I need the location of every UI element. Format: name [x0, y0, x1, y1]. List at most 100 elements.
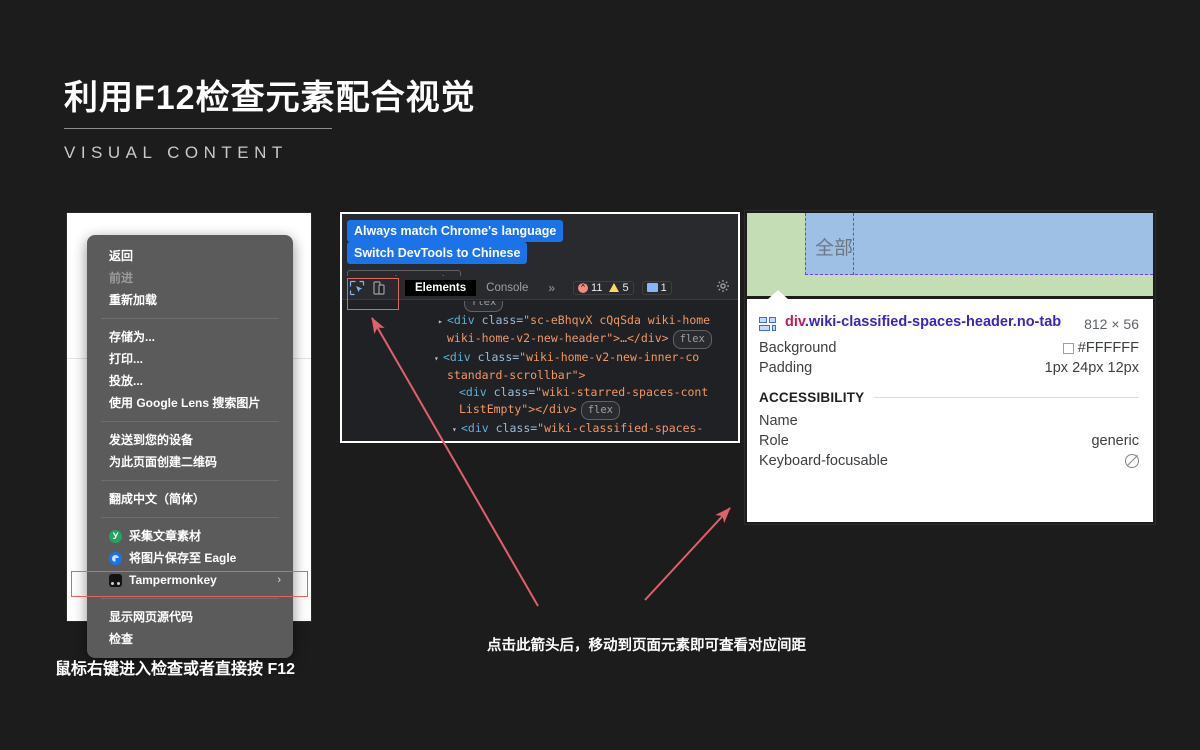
menu-label: 前进: [109, 270, 133, 286]
collapse-triangle-icon[interactable]: ▾: [452, 421, 461, 438]
error-icon: [578, 283, 588, 293]
not-allowed-icon: [1125, 454, 1139, 468]
menu-item-collect-article[interactable]: 采集文章素材: [87, 525, 293, 547]
a11y-row-keyboard-focusable: Keyboard-focusable: [747, 451, 1153, 471]
flex-badge[interactable]: flex: [581, 401, 620, 420]
tab-console[interactable]: Console: [476, 280, 538, 296]
menu-item-cast[interactable]: 投放...: [87, 370, 293, 392]
menu-item-google-lens[interactable]: 使用 Google Lens 搜索图片: [87, 392, 293, 414]
menu-label: 存储为...: [109, 329, 155, 345]
switch-devtools-to-chinese-button[interactable]: Switch DevTools to Chinese: [347, 242, 527, 264]
warning-icon: [609, 283, 619, 292]
overlay-element-label: 全部: [815, 233, 853, 260]
dom-line[interactable]: ▾<div class="wiki-home-v2-new-inner-co: [342, 349, 738, 367]
message-counter[interactable]: 1: [642, 281, 672, 295]
menu-label: 显示网页源代码: [109, 609, 193, 625]
tampermonkey-icon: [109, 574, 122, 587]
youdao-icon: [109, 530, 122, 543]
caption-left: 鼠标右键进入检查或者直接按 F12: [55, 655, 295, 679]
dom-line[interactable]: ListEmpty"></div> flex: [342, 401, 738, 420]
always-match-language-button[interactable]: Always match Chrome's language: [347, 220, 563, 242]
chevron-right-icon: ›: [277, 572, 281, 588]
menu-label: 为此页面创建二维码: [109, 454, 217, 470]
context-menu-screenshot: 返回 前进 重新加载 存储为... 打印... 投放... 使用 Google …: [66, 212, 312, 622]
menu-separator: [101, 421, 279, 422]
flex-badge[interactable]: flex: [673, 330, 712, 349]
dom-line[interactable]: ▸<div class="sc-eBhqvX cQqSda wiki-home: [342, 312, 738, 330]
page-subtitle: VISUAL CONTENT: [64, 143, 288, 163]
inspect-icon-highlight-box: [347, 278, 399, 310]
dom-line[interactable]: ▾<div class="wiki-classified-spaces-: [342, 420, 738, 438]
menu-label: 将图片保存至 Eagle: [129, 550, 236, 566]
page-title: 利用F12检查元素配合视觉: [64, 70, 476, 119]
a11y-row-role: Role generic: [747, 431, 1153, 451]
property-row-background: Background #FFFFFF: [747, 338, 1153, 358]
content-box-overlay: [805, 213, 1153, 275]
tab-elements[interactable]: Elements: [405, 280, 476, 296]
element-inspector-screenshot: 全部 div.wiki-classified-spaces-header.no-…: [744, 210, 1156, 525]
element-selector: div.wiki-classified-spaces-header.no-tab: [785, 313, 1074, 332]
warning-count: 5: [622, 282, 628, 294]
dom-line[interactable]: <div class="wiki-starred-spaces-cont: [342, 384, 738, 401]
element-tooltip-card: div.wiki-classified-spaces-header.no-tab…: [747, 299, 1153, 522]
menu-label: Tampermonkey: [129, 572, 217, 588]
menu-label: 重新加载: [109, 292, 157, 308]
menu-label: 发送到您的设备: [109, 432, 193, 448]
property-label: Background: [759, 340, 836, 356]
a11y-row-name: Name: [747, 411, 1153, 431]
dom-line[interactable]: flex: [342, 301, 738, 312]
menu-item-send-to-device[interactable]: 发送到您的设备: [87, 429, 293, 451]
menu-item-print[interactable]: 打印...: [87, 348, 293, 370]
menu-label: 返回: [109, 248, 133, 264]
collapse-triangle-icon[interactable]: ▾: [434, 350, 443, 367]
menu-item-save-as[interactable]: 存储为...: [87, 326, 293, 348]
error-count: 11: [591, 282, 602, 294]
menu-item-forward: 前进: [87, 267, 293, 289]
dom-tag: <div: [443, 350, 478, 364]
menu-item-translate[interactable]: 翻成中文（简体）: [87, 488, 293, 510]
dom-value: "wiki-starred-spaces-cont: [535, 385, 708, 399]
menu-item-inspect[interactable]: 检查: [87, 628, 293, 650]
flex-badge[interactable]: flex: [464, 301, 503, 312]
more-tabs-chevron-icon[interactable]: »: [538, 281, 565, 295]
menu-item-back[interactable]: 返回: [87, 245, 293, 267]
dom-line[interactable]: wiki-home-v2-new-header">…</div>flex: [342, 330, 738, 349]
section-title: ACCESSIBILITY: [759, 390, 864, 405]
dom-line[interactable]: standard-scrollbar">: [342, 367, 738, 384]
property-row-padding: Padding 1px 24px 12px: [747, 358, 1153, 378]
browser-context-menu[interactable]: 返回 前进 重新加载 存储为... 打印... 投放... 使用 Google …: [87, 235, 293, 658]
devtools-toolbar: Elements Console » 11 5 1: [342, 276, 738, 300]
dom-attr: class=: [478, 350, 520, 364]
menu-item-view-source[interactable]: 显示网页源代码: [87, 606, 293, 628]
a11y-value: [1125, 454, 1139, 468]
message-count: 1: [661, 282, 667, 294]
element-class-names: .wiki-classified-spaces-header.no-tab: [805, 314, 1061, 330]
title-divider: [64, 128, 332, 129]
content-box-inner-divider: [853, 213, 854, 275]
expand-triangle-icon[interactable]: ▸: [438, 313, 447, 330]
dom-tag: <div: [447, 313, 482, 327]
dom-tag: <div: [459, 385, 494, 399]
a11y-label: Keyboard-focusable: [759, 453, 888, 469]
eagle-icon: [109, 552, 122, 565]
dom-tree-panel[interactable]: flex ▸<div class="sc-eBhqvX cQqSda wiki-…: [342, 301, 738, 441]
a11y-label: Role: [759, 433, 789, 449]
menu-item-create-qr-code[interactable]: 为此页面创建二维码: [87, 451, 293, 473]
menu-item-tampermonkey[interactable]: Tampermonkey ›: [87, 569, 293, 591]
dom-attr: class=: [494, 385, 536, 399]
dom-value: "wiki-home-v2-new-inner-co: [519, 350, 699, 364]
tooltip-header: div.wiki-classified-spaces-header.no-tab…: [747, 299, 1153, 332]
property-label: Padding: [759, 360, 812, 376]
menu-label: 翻成中文（简体）: [109, 491, 205, 507]
gear-icon[interactable]: [716, 279, 730, 296]
menu-item-save-to-eagle[interactable]: 将图片保存至 Eagle: [87, 547, 293, 569]
dom-value: ListEmpty"></div>: [459, 402, 577, 416]
issue-counters[interactable]: 11 5: [573, 281, 634, 295]
dom-value: "sc-eBhqvX cQqSda wiki-home: [523, 313, 710, 327]
dom-line[interactable]: r">: [342, 438, 738, 441]
flexbox-layout-icon: [759, 317, 776, 331]
dom-tag: <div: [461, 421, 496, 435]
menu-item-reload[interactable]: 重新加载: [87, 289, 293, 311]
message-icon: [647, 283, 658, 292]
property-value-text: 1px 24px 12px: [1045, 360, 1139, 376]
